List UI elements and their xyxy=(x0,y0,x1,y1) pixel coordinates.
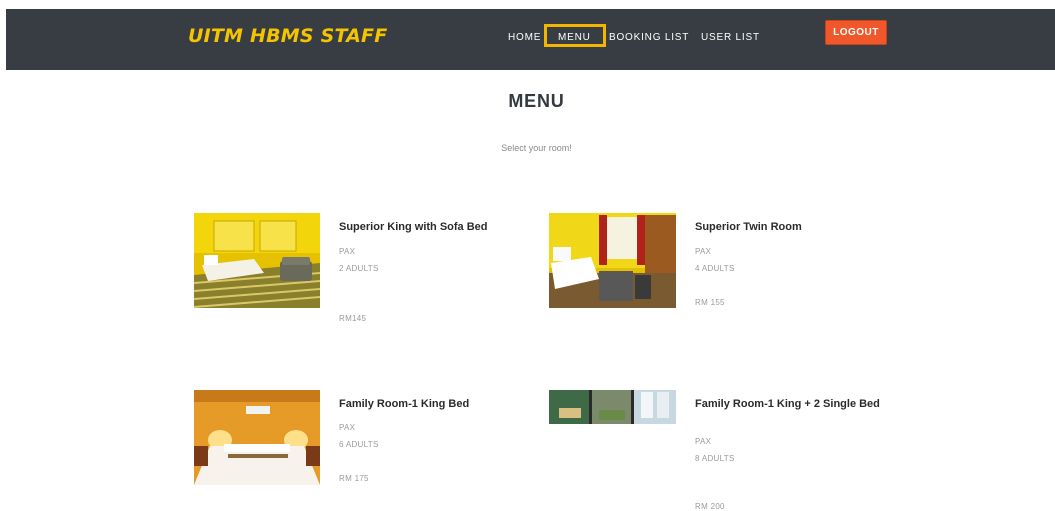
pax-value: 8 ADULTS xyxy=(695,454,735,463)
pax-label: PAX xyxy=(695,247,712,256)
logout-button[interactable]: LOGOUT xyxy=(825,20,887,45)
nav-home[interactable]: HOME xyxy=(508,32,541,43)
room-image-family-king[interactable] xyxy=(194,390,320,485)
room-price: RM145 xyxy=(339,314,367,323)
nav-user-list[interactable]: USER LIST xyxy=(701,32,760,43)
nav-menu[interactable]: MENU xyxy=(558,32,591,43)
brand-logo[interactable]: UITM HBMS STAFF xyxy=(188,25,387,47)
room-price: RM 155 xyxy=(695,298,725,307)
room-image-superior-king[interactable] xyxy=(194,213,320,308)
pax-value: 4 ADULTS xyxy=(695,264,735,273)
pax-value: 6 ADULTS xyxy=(339,440,379,449)
pax-value: 2 ADULTS xyxy=(339,264,379,273)
room-name[interactable]: Family Room-1 King + 2 Single Bed xyxy=(695,398,885,411)
pax-label: PAX xyxy=(695,437,712,446)
top-navbar: UITM HBMS STAFF HOME MENU BOOKING LIST U… xyxy=(6,9,1055,70)
room-name[interactable]: Superior King with Sofa Bed xyxy=(339,221,524,234)
page-title: MENU xyxy=(508,91,565,111)
room-name[interactable]: Family Room-1 King Bed xyxy=(339,398,524,411)
room-image-superior-twin[interactable] xyxy=(549,213,676,308)
nav-booking-list[interactable]: BOOKING LIST xyxy=(609,32,689,43)
page-subtitle: Select your room! xyxy=(501,143,572,153)
pax-label: PAX xyxy=(339,247,356,256)
room-image-family-king-single[interactable] xyxy=(549,390,676,424)
room-price: RM 175 xyxy=(339,474,369,483)
room-name[interactable]: Superior Twin Room xyxy=(695,221,880,234)
pax-label: PAX xyxy=(339,423,356,432)
